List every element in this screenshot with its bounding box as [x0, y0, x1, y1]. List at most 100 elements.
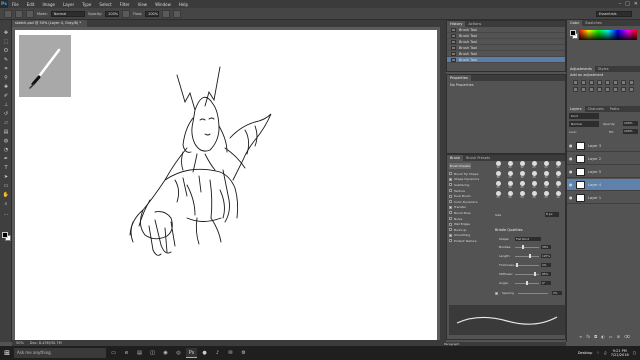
brush-tip[interactable]: 71	[553, 181, 563, 189]
tab-brush-presets[interactable]: Brush Presets	[463, 155, 493, 161]
eye-icon[interactable]: ●	[569, 156, 573, 161]
eraser-tool-icon[interactable]: ▱	[2, 120, 10, 127]
menu-edit[interactable]: Edit	[23, 2, 39, 7]
foreground-color-swatch[interactable]	[2, 232, 8, 238]
menu-image[interactable]: Image	[38, 2, 59, 7]
brush-tip[interactable]: 25	[517, 181, 527, 189]
foreground-color-chip[interactable]	[570, 30, 576, 36]
brightness-contrast-icon[interactable]	[573, 80, 578, 85]
brush-option-checkbox[interactable]	[449, 200, 452, 204]
store-icon[interactable]: ◫	[147, 348, 158, 358]
tab-adjustments[interactable]: Adjustments	[567, 66, 595, 72]
channel-mixer-icon[interactable]	[581, 87, 586, 92]
gradient-map-icon[interactable]	[621, 87, 626, 92]
obs-icon[interactable]: ●	[199, 348, 210, 358]
canvas-area[interactable]	[12, 27, 440, 340]
photoshop-taskbar-icon[interactable]: Ps	[186, 348, 197, 358]
hue-saturation-icon[interactable]	[613, 80, 618, 85]
brush-tip[interactable]: 25	[493, 181, 503, 189]
tab-swatches[interactable]: Swatches	[582, 20, 605, 26]
type-tool-icon[interactable]: T	[2, 165, 10, 172]
brush-tip[interactable]: 36	[529, 171, 539, 179]
blur-tool-icon[interactable]: ◍	[2, 138, 10, 145]
layer-row[interactable]: ● Layer 2	[567, 153, 640, 165]
brush-tip[interactable]: 25	[493, 191, 503, 199]
invert-icon[interactable]	[597, 87, 602, 92]
pen-tool-icon[interactable]: ✒	[2, 156, 10, 163]
bristle-slider[interactable]	[515, 281, 539, 285]
airbrush-icon[interactable]	[162, 9, 171, 18]
threshold-icon[interactable]	[613, 87, 618, 92]
canvas[interactable]	[15, 30, 437, 340]
black-white-icon[interactable]	[629, 80, 634, 85]
minimize-icon[interactable]: –	[619, 1, 622, 7]
exposure-icon[interactable]	[597, 80, 602, 85]
brush-option-checkbox[interactable]	[449, 183, 452, 187]
brush-tip[interactable]: 30	[493, 161, 503, 169]
layer-filter-kind[interactable]: Kind	[569, 113, 599, 119]
color-balance-icon[interactable]	[621, 80, 626, 85]
more-tools-icon[interactable]: ⋯	[2, 212, 10, 219]
eye-icon[interactable]: ●	[569, 182, 573, 187]
brush-tip[interactable]: 50	[541, 181, 551, 189]
zoom-tool-icon[interactable]: ⌕	[2, 201, 10, 208]
menu-layer[interactable]: Layer	[59, 2, 78, 7]
brush-option-checkbox[interactable]	[449, 205, 452, 209]
tab-actions[interactable]: Actions	[465, 21, 484, 27]
brush-tip[interactable]: 30	[517, 161, 527, 169]
pressure-opacity-icon[interactable]	[122, 9, 131, 18]
brush-option-checkbox[interactable]	[449, 172, 452, 176]
vibrance-icon[interactable]	[605, 80, 610, 85]
dodge-tool-icon[interactable]: ◔	[2, 147, 10, 154]
brush-presets-button[interactable]: Brush Presets	[449, 163, 471, 169]
menu-help[interactable]: Help	[175, 2, 192, 7]
marquee-tool-icon[interactable]: ⬚	[2, 39, 10, 46]
layer-row[interactable]: ● Layer 5	[567, 166, 640, 178]
pressure-size-icon[interactable]	[173, 9, 182, 18]
brush-option-checkbox[interactable]	[449, 177, 452, 181]
selective-color-icon[interactable]	[629, 87, 634, 92]
clock[interactable]: 9:21 PM 7/22/2016	[611, 349, 629, 357]
steam-icon[interactable]: ◎	[173, 348, 184, 358]
shape-select[interactable]: Flat Point	[515, 237, 541, 241]
layer-opacity-field[interactable]: 100%	[623, 121, 638, 126]
brush-option-checkbox[interactable]	[449, 194, 452, 198]
crop-tool-icon[interactable]: ⌗	[2, 66, 10, 73]
delete-layer-icon[interactable]: ⌫	[624, 334, 630, 339]
new-group-icon[interactable]: ▭	[609, 334, 613, 339]
new-adjustment-icon[interactable]: ◐	[601, 334, 605, 339]
workspace-select[interactable]: Essentials	[596, 11, 632, 17]
menu-type[interactable]: Type	[78, 2, 95, 7]
layer-row-active[interactable]: ● Layer 4	[567, 179, 640, 191]
bristle-row-value[interactable]: 85%	[541, 272, 551, 276]
history-item-active[interactable]: Brush Tool	[447, 57, 565, 63]
eye-icon[interactable]: ●	[569, 169, 573, 174]
zoom-level[interactable]: 50%	[16, 341, 24, 345]
curves-icon[interactable]	[589, 80, 594, 85]
color-lookup-icon[interactable]	[589, 87, 594, 92]
size-field[interactable]: 8 px	[545, 212, 559, 217]
menu-file[interactable]: File	[8, 2, 23, 7]
hand-tool-icon[interactable]: ✋	[2, 192, 10, 199]
notifications-icon[interactable]: ▢	[633, 351, 636, 355]
posterize-icon[interactable]	[605, 87, 610, 92]
brush-tool-icon[interactable]	[4, 9, 12, 18]
tab-paths[interactable]: Paths	[607, 106, 623, 112]
slider-handle[interactable]	[521, 245, 524, 249]
brush-tip[interactable]: 36	[493, 171, 503, 179]
brush-option-checkbox[interactable]	[449, 233, 452, 237]
brush-option-checkbox[interactable]	[449, 189, 452, 193]
layer-row[interactable]: ● Layer 1	[567, 192, 640, 204]
brush-tip[interactable]: 50	[517, 191, 527, 199]
music-icon[interactable]: ♪	[212, 348, 223, 358]
task-view-icon[interactable]: ▭	[108, 348, 119, 358]
bristle-row-value[interactable]: 0°	[541, 281, 551, 285]
lasso-tool-icon[interactable]: ʘ	[2, 48, 10, 55]
bristle-row-value[interactable]: 125%	[541, 254, 551, 258]
layer-style-icon[interactable]: fx	[586, 334, 590, 339]
tab-history[interactable]: History	[447, 21, 466, 27]
brush-tip[interactable]: 36	[529, 191, 539, 199]
bristle-row-value[interactable]: 30%	[541, 245, 551, 249]
brush-tip[interactable]: 30	[505, 161, 515, 169]
brush-tip[interactable]: 25	[529, 181, 539, 189]
